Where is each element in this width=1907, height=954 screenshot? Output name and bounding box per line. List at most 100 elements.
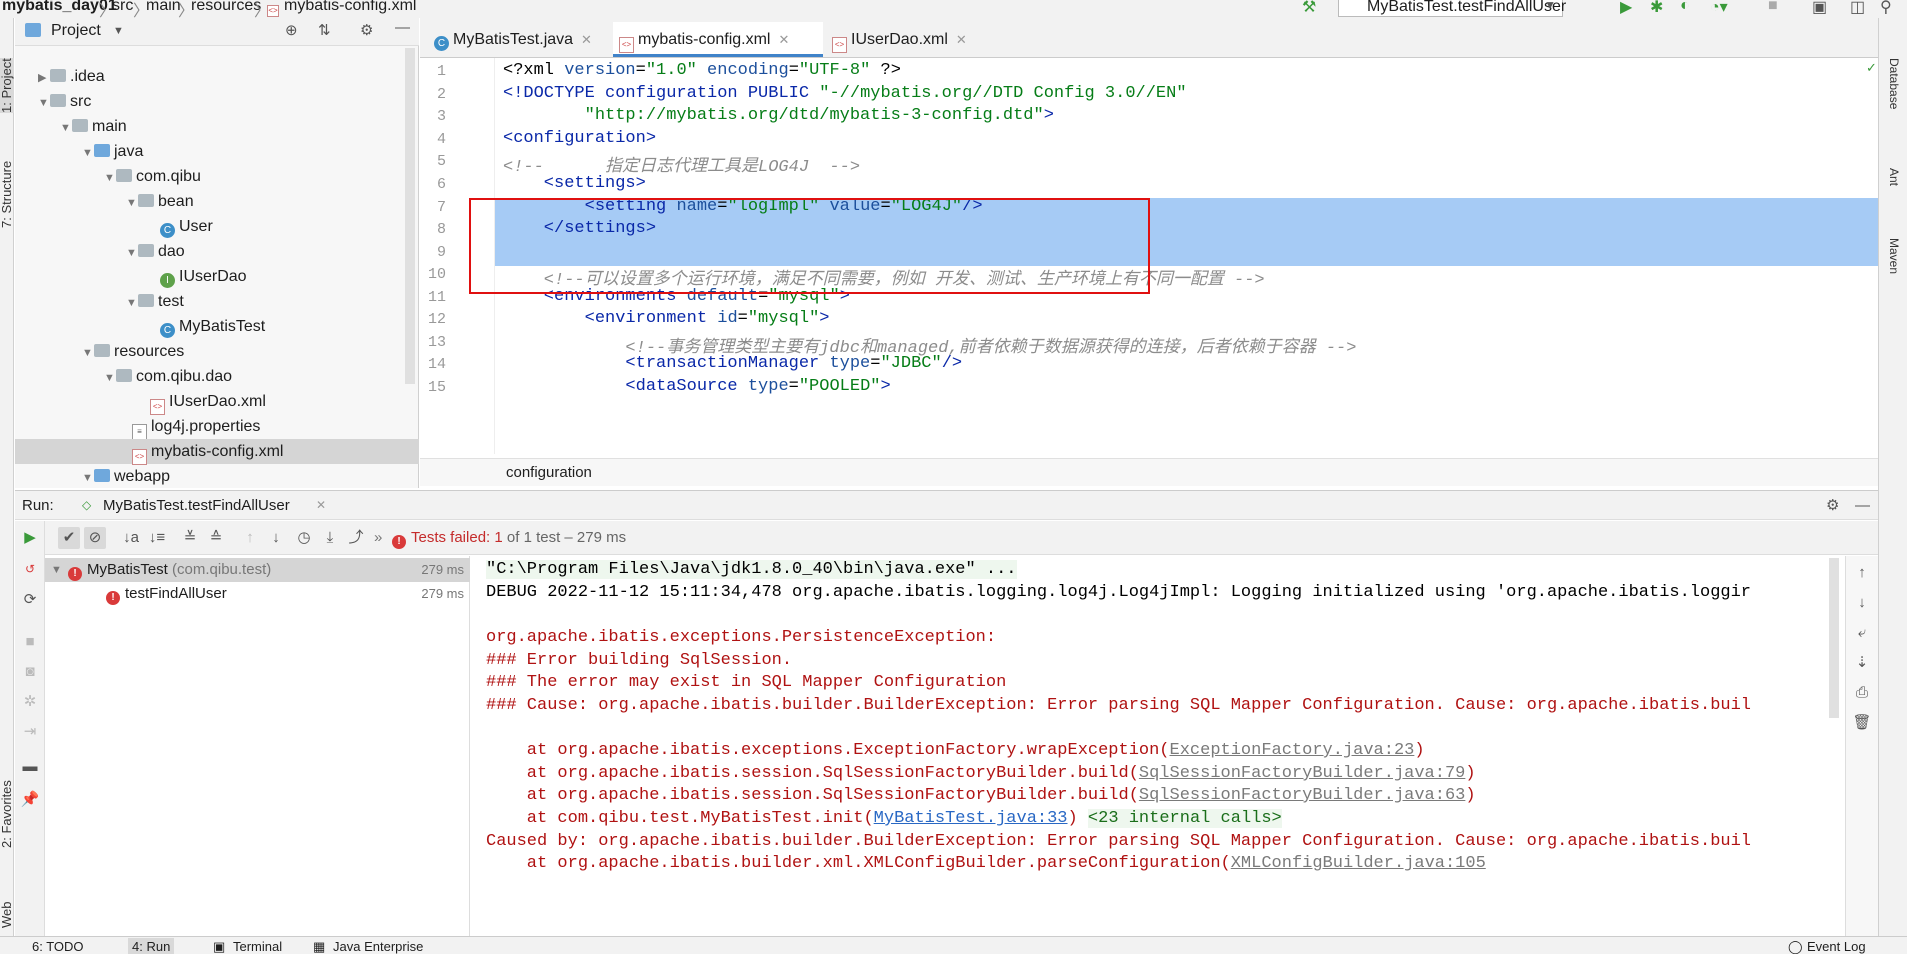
locate-icon[interactable]: ⊕ xyxy=(285,21,298,39)
toggle-auto-test-icon[interactable]: ⟳ xyxy=(19,589,41,611)
sort-alpha-icon[interactable]: ↓a xyxy=(120,527,142,549)
project-view-title[interactable]: Project xyxy=(51,22,101,40)
camera-icon[interactable]: ◙ xyxy=(19,661,41,683)
todo-tool-button[interactable]: 6: TODO xyxy=(32,938,84,954)
code-editor[interactable]: 1 2 3 4 5 6 7 8 9 10 11 12 13 14 15 <?xm… xyxy=(420,58,1878,454)
tree-item-user[interactable]: C User xyxy=(160,214,213,239)
tree-item-com-qibu-dao[interactable]: ▼ com.qibu.dao xyxy=(104,364,232,389)
stack-trace-link[interactable]: ExceptionFactory.java:23 xyxy=(1170,741,1415,760)
breadcrumb-file[interactable]: mybatis-config.xml xyxy=(284,0,416,15)
tab-iuserdao-xml[interactable]: <> IUserDao.xml ✕ xyxy=(826,22,996,57)
project-tool-button[interactable]: 1: Project xyxy=(0,58,14,113)
rerun-icon[interactable]: ▶ xyxy=(19,527,41,549)
web-tool-button[interactable]: Web xyxy=(0,902,14,929)
collapse-all-icon[interactable]: ⇅ xyxy=(318,21,331,39)
scroll-to-end-icon[interactable]: ⇣ xyxy=(1851,652,1873,674)
show-passed-icon[interactable]: ✔ xyxy=(58,527,80,549)
terminal-tool-button[interactable]: Terminal xyxy=(233,938,282,954)
run-configuration-select[interactable]: MyBatisTest.testFindAllUser ▼ xyxy=(1338,0,1566,17)
export-tests-icon[interactable]: ⤴ xyxy=(345,527,367,549)
run-icon[interactable]: ▶ xyxy=(1620,0,1632,17)
tree-item-com-qibu[interactable]: ▼ com.qibu xyxy=(104,164,201,189)
chevron-down-icon[interactable]: ▼ xyxy=(113,25,124,37)
minimize-icon[interactable]: — xyxy=(395,19,410,36)
stop-icon[interactable]: ■ xyxy=(1768,0,1778,15)
next-failed-icon[interactable]: ↓ xyxy=(265,527,287,549)
run-tool-button[interactable]: 4: Run xyxy=(128,938,175,954)
stop-icon[interactable]: ■ xyxy=(19,631,41,653)
tree-item-mybatistest[interactable]: C MyBatisTest xyxy=(160,314,265,339)
pin-icon[interactable]: 📌 xyxy=(19,789,41,811)
soft-wrap-icon[interactable]: ⤶ xyxy=(1851,622,1873,644)
console-scrollbar[interactable] xyxy=(1829,558,1839,718)
close-icon[interactable]: ✕ xyxy=(956,32,967,47)
import-tests-icon[interactable]: ⤓ xyxy=(319,527,341,549)
layout-icon[interactable]: ◫ xyxy=(1850,0,1865,17)
database-tool-button[interactable]: Database xyxy=(1887,58,1901,109)
run-tab[interactable]: MyBatisTest.testFindAllUser xyxy=(103,491,290,520)
tree-item-webapp[interactable]: ▼ webapp xyxy=(82,464,170,489)
print-icon[interactable]: ⎙ xyxy=(1851,682,1873,704)
exit-icon[interactable]: ⇥ xyxy=(19,721,41,743)
project-scrollbar[interactable] xyxy=(405,48,415,384)
tree-item-java[interactable]: ▼ java xyxy=(82,139,143,164)
collapse-all-icon[interactable]: ≙ xyxy=(205,527,227,549)
profile-icon[interactable]: ◔▾ xyxy=(1710,0,1728,17)
breadcrumb-resources[interactable]: resources xyxy=(191,0,261,15)
more-icon[interactable]: » xyxy=(374,521,382,555)
dump-threads-icon[interactable]: ✲ xyxy=(19,691,41,713)
tree-item-iuserdao[interactable]: I IUserDao xyxy=(160,264,247,289)
console-output[interactable]: "C:\Program Files\Java\jdk1.8.0_40\bin\j… xyxy=(471,556,1845,936)
up-arrow-icon[interactable]: ↑ xyxy=(1851,562,1873,584)
tree-item-iuserdao-xml[interactable]: <> IUserDao.xml xyxy=(150,389,266,415)
build-hammer-icon[interactable]: ⚒ xyxy=(1302,0,1316,17)
stack-trace-link[interactable]: SqlSessionFactoryBuilder.java:79 xyxy=(1139,764,1465,783)
favorites-tool-button[interactable]: 2: Favorites xyxy=(0,780,14,848)
previous-failed-icon[interactable]: ↑ xyxy=(239,527,261,549)
expand-all-icon[interactable]: ≚ xyxy=(179,527,201,549)
show-ignored-icon[interactable]: ⊘ xyxy=(84,527,106,549)
internal-calls-fold[interactable]: <23 internal calls> xyxy=(1087,809,1282,828)
structure-tool-button[interactable]: 7: Structure xyxy=(0,161,14,228)
tree-item-mybatis-config[interactable]: <> mybatis-config.xml xyxy=(15,439,419,465)
terminal-icon: ▣ xyxy=(213,939,226,954)
stack-trace-link[interactable]: XMLConfigBuilder.java:105 xyxy=(1231,854,1486,873)
project-structure-icon[interactable]: ▣ xyxy=(1812,0,1827,17)
test-row-class[interactable]: ▼ ! MyBatisTest (com.qibu.test) 279 ms xyxy=(45,558,470,582)
editor-breadcrumb-item[interactable]: configuration xyxy=(506,464,592,481)
history-icon[interactable]: ◷ xyxy=(293,527,315,549)
java-enterprise-tool-button[interactable]: Java Enterprise xyxy=(333,938,423,954)
event-log-button[interactable]: Event Log xyxy=(1807,938,1866,954)
tab-mybatis-config-xml[interactable]: <> mybatis-config.xml ✕ xyxy=(613,22,823,57)
tree-item-main[interactable]: ▼ main xyxy=(60,114,127,139)
gear-icon[interactable]: ⚙ xyxy=(1826,491,1839,520)
search-icon[interactable]: ⚲ xyxy=(1880,0,1892,17)
sort-duration-icon[interactable]: ↓≡ xyxy=(146,527,168,549)
breadcrumb-main[interactable]: main xyxy=(146,0,181,15)
tree-item-idea[interactable]: ▶ .idea xyxy=(38,64,105,89)
ant-tool-button[interactable]: Ant xyxy=(1887,168,1901,186)
stack-trace-link[interactable]: SqlSessionFactoryBuilder.java:63 xyxy=(1139,786,1465,805)
tree-item-bean[interactable]: ▼ bean xyxy=(126,189,194,214)
layout-icon[interactable]: ▬ xyxy=(19,756,41,778)
minimize-icon[interactable]: — xyxy=(1855,491,1870,520)
tree-item-resources[interactable]: ▼ resources xyxy=(82,339,184,364)
coverage-icon[interactable]: ◐ xyxy=(1680,0,1690,15)
tree-item-log4j-properties[interactable]: ≡ log4j.properties xyxy=(132,414,260,440)
tree-item-test[interactable]: ▼ test xyxy=(126,289,184,314)
close-icon[interactable]: ✕ xyxy=(316,491,326,520)
breadcrumb-src[interactable]: src xyxy=(112,0,133,15)
close-icon[interactable]: ✕ xyxy=(581,32,592,47)
close-icon[interactable]: ✕ xyxy=(778,32,789,47)
down-arrow-icon[interactable]: ↓ xyxy=(1851,592,1873,614)
test-row-method[interactable]: ! testFindAllUser 279 ms xyxy=(45,582,470,606)
debug-icon[interactable]: ✱ xyxy=(1650,0,1663,17)
tree-item-src[interactable]: ▼ src xyxy=(38,89,91,114)
maven-tool-button[interactable]: Maven xyxy=(1887,238,1901,274)
rerun-failed-icon[interactable]: ↺ xyxy=(19,558,41,580)
stack-trace-link[interactable]: MyBatisTest.java:33 xyxy=(874,809,1068,828)
trash-icon[interactable]: 🗑 xyxy=(1851,712,1873,734)
tree-item-dao[interactable]: ▼ dao xyxy=(126,239,185,264)
gear-icon[interactable]: ⚙ xyxy=(360,21,373,39)
tab-mybatistest-java[interactable]: C MyBatisTest.java ✕ xyxy=(428,22,610,57)
